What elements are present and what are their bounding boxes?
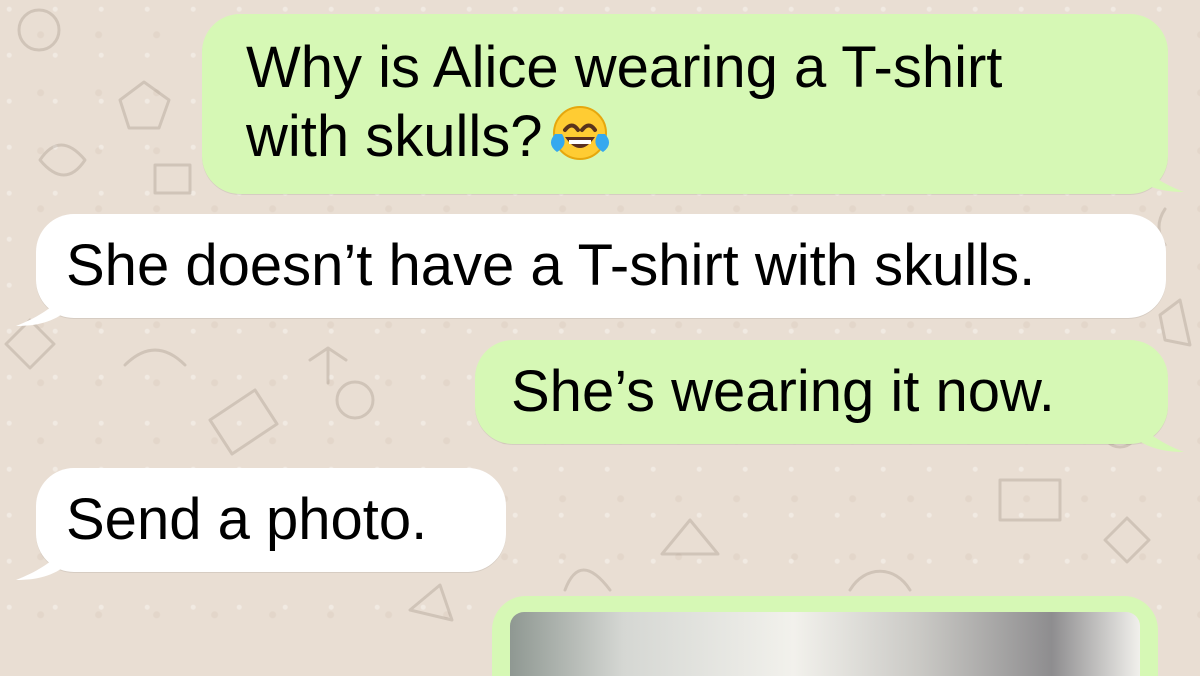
message-bubble-incoming-2: Send a photo. xyxy=(36,468,506,572)
message-text: She doesn’t have a T-shirt with skulls. xyxy=(66,233,1036,298)
message-text: Why is Alice wearing a T-shirt with skul… xyxy=(246,35,1003,169)
face-with-tears-of-joy-icon xyxy=(549,102,611,164)
message-bubble-outgoing-1: Why is Alice wearing a T-shirt with skul… xyxy=(202,14,1168,194)
incoming-bubble-tail xyxy=(16,292,68,326)
photo-message-bubble[interactable] xyxy=(492,596,1158,676)
message-text: She’s wearing it now. xyxy=(511,359,1055,424)
message-text: Send a photo. xyxy=(66,487,428,552)
outgoing-bubble-tail xyxy=(1132,158,1184,192)
message-bubble-outgoing-2: She’s wearing it now. xyxy=(475,340,1168,444)
incoming-bubble-tail xyxy=(16,546,68,580)
message-bubble-incoming-1: She doesn’t have a T-shirt with skulls. xyxy=(36,214,1166,318)
photo-thumbnail[interactable] xyxy=(510,612,1140,676)
outgoing-bubble-tail xyxy=(1132,418,1184,452)
